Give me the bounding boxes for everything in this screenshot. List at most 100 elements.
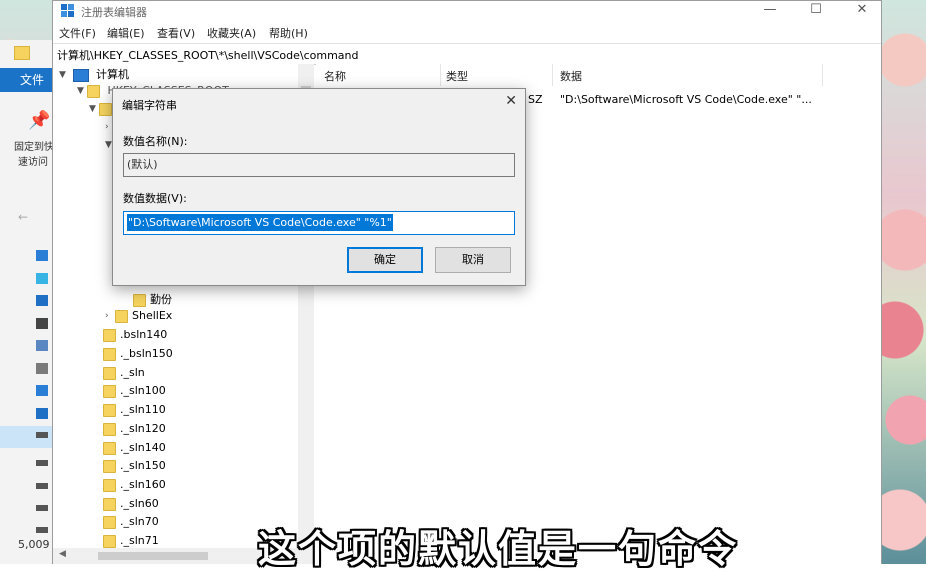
scroll-thumb[interactable] bbox=[98, 552, 208, 560]
video-subtitle: 这个项的默认值是一句命令 bbox=[258, 527, 739, 571]
tree-label: ._sln60 bbox=[120, 497, 159, 510]
drive-icon[interactable] bbox=[36, 505, 48, 511]
column-header-name[interactable]: 名称 bbox=[324, 68, 346, 84]
file-icon[interactable] bbox=[36, 363, 48, 374]
folder-icon bbox=[103, 328, 116, 342]
folder-icon bbox=[103, 478, 116, 492]
dialog-title: 编辑字符串 bbox=[122, 99, 177, 112]
menu-favorites[interactable]: 收藏夹(A) bbox=[207, 25, 256, 41]
address-path[interactable]: 计算机\HKEY_CLASSES_ROOT\*\shell\VSCode\com… bbox=[57, 47, 359, 63]
drive-icon[interactable] bbox=[36, 460, 48, 466]
3d-objects-icon[interactable] bbox=[36, 273, 48, 284]
tree-label: ._sln150 bbox=[120, 459, 166, 472]
documents-icon[interactable] bbox=[36, 318, 48, 329]
drive-icon[interactable] bbox=[36, 527, 48, 533]
tree-label: ._sln160 bbox=[120, 478, 166, 491]
tree-node[interactable]: ._sln140 bbox=[103, 441, 166, 459]
folder-icon bbox=[103, 459, 116, 473]
tree-node[interactable]: ._sln70 bbox=[103, 515, 159, 533]
tree-node[interactable]: ._sln100 bbox=[103, 384, 166, 402]
pin-icon[interactable]: 📌 bbox=[28, 110, 50, 131]
tree-label: .bsln140 bbox=[120, 328, 168, 341]
folder-icon bbox=[103, 497, 116, 511]
menu-help[interactable]: 帮助(H) bbox=[269, 25, 308, 41]
download-icon[interactable] bbox=[36, 295, 48, 306]
tree-label: ._sln bbox=[120, 366, 145, 379]
value-type: SZ bbox=[528, 93, 543, 106]
drive-icon[interactable] bbox=[36, 432, 48, 438]
tree-node[interactable]: ._sln150 bbox=[103, 459, 166, 477]
value-name-field: (默认) bbox=[123, 153, 515, 177]
folder-icon bbox=[87, 84, 100, 98]
back-arrow-icon[interactable]: ← bbox=[18, 210, 28, 224]
folder-icon bbox=[103, 347, 116, 361]
drive-icon[interactable] bbox=[36, 483, 48, 489]
menu-view[interactable]: 查看(V) bbox=[157, 25, 195, 41]
title-bar[interactable]: 注册表编辑器 — ☐ ✕ bbox=[53, 1, 881, 21]
tree-label: ._bsln150 bbox=[120, 347, 173, 360]
maximize-button[interactable]: ☐ bbox=[793, 1, 839, 21]
folder-icon bbox=[14, 46, 30, 60]
column-header-type[interactable]: 类型 bbox=[446, 68, 468, 84]
tree-node[interactable]: ._sln120 bbox=[103, 422, 166, 440]
minimize-button[interactable]: — bbox=[747, 1, 793, 21]
tree-node-computer[interactable]: ▼ 计算机 bbox=[59, 66, 129, 84]
folder-icon bbox=[103, 441, 116, 455]
tree-node[interactable]: ._sln71 bbox=[103, 534, 159, 548]
tree-label: 勤份 bbox=[150, 293, 172, 306]
tree-node[interactable]: ._sln60 bbox=[103, 497, 159, 515]
scroll-left-icon[interactable]: ◀ bbox=[59, 549, 66, 559]
column-separator[interactable] bbox=[552, 64, 553, 86]
menu-bar: 文件(F) 编辑(E) 查看(V) 收藏夹(A) 帮助(H) bbox=[53, 23, 881, 41]
column-separator[interactable] bbox=[440, 64, 441, 86]
folder-icon bbox=[103, 403, 116, 417]
chevron-down-icon[interactable]: ▼ bbox=[89, 104, 99, 114]
file-tab[interactable]: 文件 bbox=[0, 68, 60, 92]
folder-icon bbox=[103, 366, 116, 380]
tree-node-shellex[interactable]: › ShellEx bbox=[105, 309, 172, 327]
column-header-data[interactable]: 数据 bbox=[560, 68, 582, 84]
menu-edit[interactable]: 编辑(E) bbox=[107, 25, 145, 41]
chevron-down-icon[interactable]: ▼ bbox=[59, 70, 69, 80]
folder-icon bbox=[103, 422, 116, 436]
ok-button[interactable]: 确定 bbox=[347, 247, 423, 273]
desktop-icon[interactable] bbox=[36, 250, 48, 261]
regedit-app-icon bbox=[61, 4, 74, 17]
tree-label: ShellEx bbox=[132, 309, 173, 322]
folder-icon bbox=[103, 515, 116, 529]
selected-drive-row[interactable] bbox=[0, 426, 60, 448]
window-title: 注册表编辑器 bbox=[81, 6, 147, 19]
close-button[interactable]: ✕ bbox=[839, 1, 885, 21]
item-count: 5,009 bbox=[18, 538, 50, 551]
chevron-down-icon[interactable]: ▼ bbox=[77, 86, 87, 96]
tree-label: ._sln140 bbox=[120, 441, 166, 454]
tree-node[interactable]: .bsln140 bbox=[103, 328, 167, 346]
folder-icon bbox=[133, 293, 146, 307]
tree-label: ._sln71 bbox=[120, 534, 159, 547]
tree-node[interactable]: ._bsln150 bbox=[103, 347, 173, 365]
tree-node-backup[interactable]: 勤份 bbox=[133, 291, 172, 309]
pictures-icon[interactable] bbox=[36, 340, 48, 351]
value-data-label: 数值数据(V): bbox=[123, 192, 187, 205]
column-separator[interactable] bbox=[822, 64, 823, 86]
folder-icon bbox=[115, 309, 128, 323]
chevron-right-icon[interactable]: › bbox=[105, 311, 115, 321]
folder-icon bbox=[99, 102, 112, 116]
menu-file[interactable]: 文件(F) bbox=[59, 25, 96, 41]
tree-label: ._sln120 bbox=[120, 422, 166, 435]
dialog-close-button[interactable]: ✕ bbox=[505, 93, 517, 109]
address-bar[interactable]: 计算机\HKEY_CLASSES_ROOT\*\shell\VSCode\com… bbox=[53, 43, 881, 65]
tree-node[interactable]: ._sln160 bbox=[103, 478, 166, 496]
pin-label-2: 速访问 bbox=[18, 157, 48, 168]
music-icon[interactable] bbox=[36, 385, 48, 396]
value-name-label: 数值名称(N): bbox=[123, 135, 188, 148]
value-data-input[interactable]: "D:\Software\Microsoft VS Code\Code.exe"… bbox=[123, 211, 515, 235]
folder-icon bbox=[103, 534, 116, 548]
computer-icon bbox=[72, 68, 89, 82]
cancel-button[interactable]: 取消 bbox=[435, 247, 511, 273]
monitor-icon[interactable] bbox=[36, 408, 48, 419]
tree-node[interactable]: ._sln bbox=[103, 366, 145, 384]
tree-label: ._sln110 bbox=[120, 403, 166, 416]
selected-text[interactable]: "D:\Software\Microsoft VS Code\Code.exe"… bbox=[127, 214, 393, 231]
tree-node[interactable]: ._sln110 bbox=[103, 403, 166, 421]
